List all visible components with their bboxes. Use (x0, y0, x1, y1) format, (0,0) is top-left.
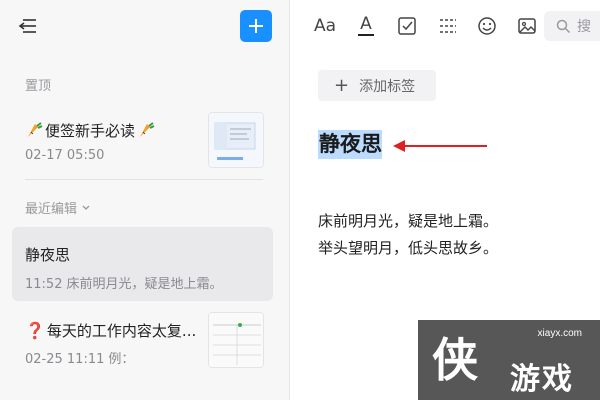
plus-icon: + (334, 74, 350, 96)
plus-icon (249, 19, 263, 33)
image-button[interactable] (515, 14, 539, 38)
color-underline (358, 34, 374, 36)
add-tag-button[interactable]: + 添加标签 (318, 70, 436, 101)
note-meta: 02-17 05:50 (25, 148, 104, 163)
recent-section-text: 最近编辑 (25, 202, 78, 217)
add-tag-label: 添加标签 (359, 78, 416, 95)
checkbox-icon (398, 17, 416, 35)
watermark-site: xiayx.com (537, 328, 582, 339)
note-title: 静夜思 (25, 246, 71, 264)
emoji-icon (478, 17, 496, 35)
note-preview: 例： (108, 352, 135, 367)
note-item[interactable]: ❓ 每天的工作内容太复... 02-25 11:11 例： (12, 308, 273, 378)
note-meta: 02-25 11:11 例： (25, 348, 134, 367)
search-icon (556, 19, 571, 33)
note-title-row: ❓ 每天的工作内容太复... (25, 320, 196, 341)
new-note-button[interactable] (240, 10, 272, 42)
search-input[interactable]: 搜 (544, 11, 600, 41)
recent-section-label: 最近编辑 (25, 198, 91, 217)
text-color-button[interactable]: A (354, 14, 378, 38)
emoji-button[interactable] (475, 14, 499, 38)
note-body[interactable]: 床前明月光，疑是地上霜。 举头望明月，低头思故乡。 (318, 208, 498, 262)
sidebar-header (0, 0, 289, 55)
note-meta: 11:52 床前明月光，疑是地上霜。 (25, 273, 222, 292)
note-thumbnail (208, 312, 264, 368)
search-placeholder: 搜 (577, 19, 591, 35)
image-icon (518, 18, 536, 34)
note-item-active[interactable]: 静夜思 11:52 床前明月光，疑是地上霜。 (12, 227, 273, 301)
chevron-down-icon[interactable] (81, 203, 91, 213)
annotation-arrow (393, 140, 487, 152)
font-size-icon[interactable]: Aa (313, 14, 337, 38)
note-date: 11:52 (25, 277, 63, 292)
carrot-icon (140, 121, 155, 137)
pinned-section-label: 置顶 (25, 79, 52, 94)
watermark-name: 游戏 (510, 362, 574, 397)
collapse-sidebar-button[interactable] (14, 12, 42, 40)
watermark: 侠 xiayx.com 游戏 (418, 320, 600, 400)
note-date: 02-17 05:50 (25, 148, 105, 163)
text-color-icon: A (360, 14, 372, 34)
collapse-sidebar-icon (18, 19, 36, 33)
sidebar: 置顶 便签新手必读 02-17 05:50 最近编辑 静夜思 11:52 床前明… (0, 0, 290, 400)
note-title-heading[interactable]: 静夜思 (318, 130, 382, 159)
note-title-row: 便签新手必读 (25, 120, 155, 141)
carrot-icon (28, 121, 43, 137)
note-title: 每天的工作内容太复... (46, 322, 197, 340)
divider-icon (440, 19, 456, 33)
divider-button[interactable] (436, 14, 460, 38)
editor-toolbar: Aa A 搜 (291, 0, 600, 52)
note-title-row: 静夜思 (25, 244, 70, 265)
note-preview: 床前明月光，疑是地上霜。 (66, 277, 223, 292)
note-title: 便签新手必读 (45, 122, 136, 140)
body-line: 床前明月光，疑是地上霜。 (318, 212, 499, 230)
note-item-pinned[interactable]: 便签新手必读 02-17 05:50 (12, 108, 273, 174)
note-thumbnail (208, 112, 264, 168)
divider (25, 179, 263, 180)
question-mark-icon: ❓ (25, 321, 45, 340)
body-line: 举头望明月，低头思故乡。 (318, 239, 499, 257)
checkbox-button[interactable] (395, 14, 419, 38)
watermark-logo: 侠 (432, 333, 478, 387)
note-date: 02-25 11:11 (25, 352, 105, 367)
